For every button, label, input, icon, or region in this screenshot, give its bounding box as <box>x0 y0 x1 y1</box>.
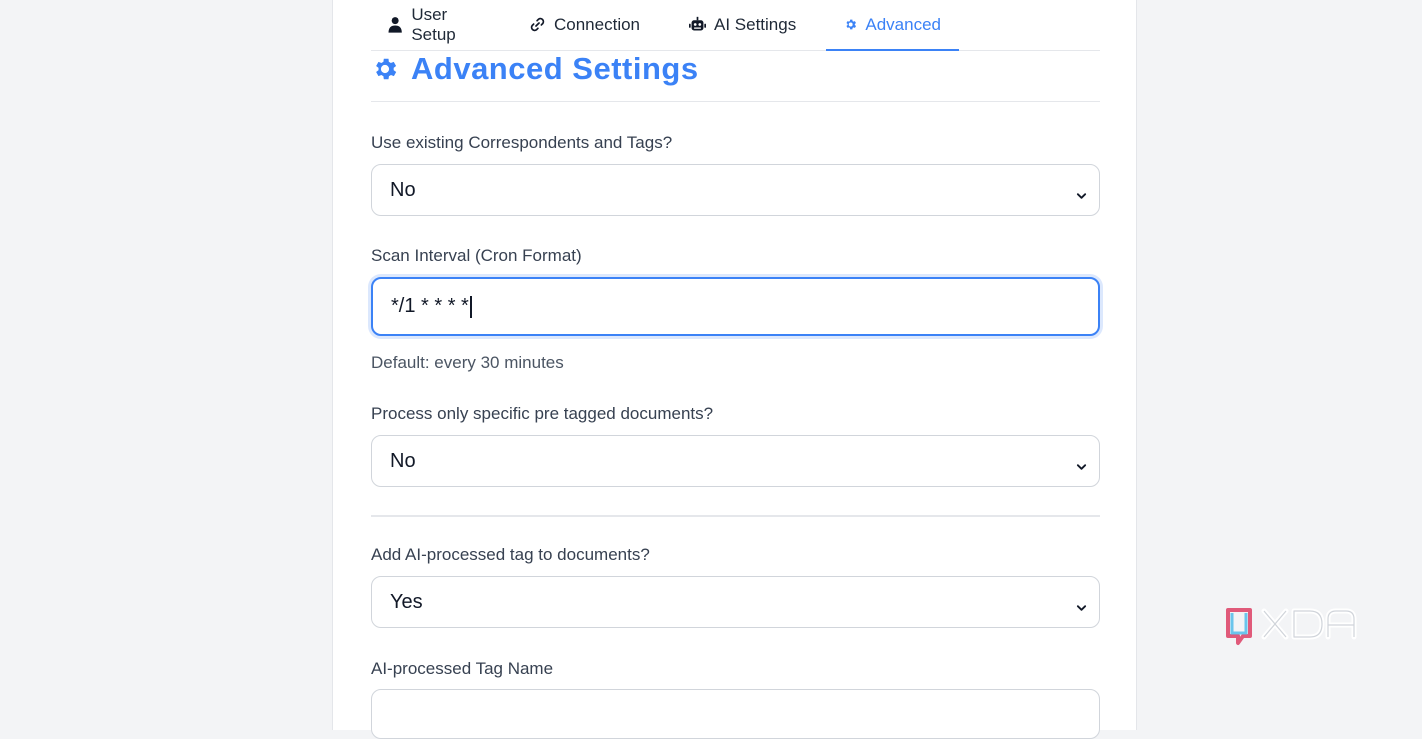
tab-connection-label: Connection <box>554 14 641 34</box>
pre-tagged-value: No <box>390 449 416 472</box>
scan-interval-label: Scan Interval (Cron Format) <box>371 246 582 265</box>
use-existing-label: Use existing Correspondents and Tags? <box>371 133 673 152</box>
settings-tabs: User Setup Connection AI Settings Advanc… <box>371 0 1100 51</box>
tag-name-input[interactable] <box>371 689 1100 739</box>
tab-advanced[interactable]: Advanced <box>826 0 959 51</box>
pre-tagged-select[interactable]: No <box>371 435 1100 487</box>
tab-ai-settings-label: AI Settings <box>714 14 797 34</box>
chevron-down-icon <box>1076 185 1087 199</box>
chevron-down-icon <box>1076 456 1087 470</box>
add-ai-tag-label: Add AI-processed tag to documents? <box>371 545 650 564</box>
user-icon <box>388 17 402 33</box>
gear-icon <box>846 19 857 30</box>
tab-connection[interactable]: Connection <box>511 0 671 51</box>
settings-panel: User Setup Connection AI Settings Advanc… <box>332 0 1137 739</box>
scan-interval-help: Default: every 30 minutes <box>371 353 564 372</box>
section-title: Advanced Settings <box>411 50 699 86</box>
add-ai-tag-select[interactable]: Yes <box>371 576 1100 628</box>
add-ai-tag-value: Yes <box>390 590 423 613</box>
scan-interval-value: */1 * * * * <box>391 295 469 317</box>
scan-interval-input[interactable]: */1 * * * * <box>371 277 1100 336</box>
tab-ai-settings[interactable]: AI Settings <box>671 0 826 51</box>
text-caret <box>469 295 472 318</box>
tab-user-setup-label: User Setup <box>411 4 456 44</box>
use-existing-select[interactable]: No <box>371 164 1100 216</box>
pre-tagged-label: Process only specific pre tagged documen… <box>371 404 714 423</box>
section-heading: Advanced Settings <box>371 46 1100 102</box>
link-icon <box>530 17 545 32</box>
robot-icon <box>689 16 706 31</box>
chevron-down-icon <box>1076 597 1087 611</box>
use-existing-value: No <box>390 178 416 201</box>
tab-advanced-label: Advanced <box>865 14 941 34</box>
section-divider <box>371 515 1100 517</box>
tag-name-label: AI-processed Tag Name <box>371 659 554 678</box>
gear-icon <box>376 58 397 79</box>
tab-user-setup[interactable]: User Setup <box>371 0 511 51</box>
xda-logo <box>1224 603 1360 649</box>
